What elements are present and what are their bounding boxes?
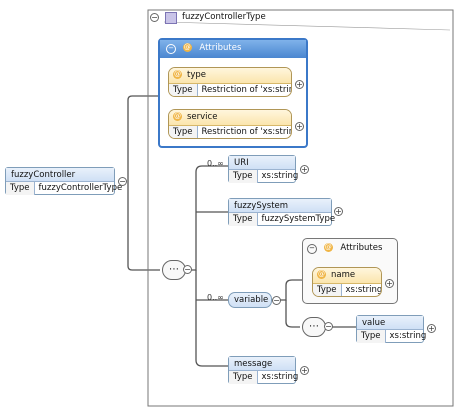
- expand-icon[interactable]: +: [334, 207, 343, 216]
- collapse-icon[interactable]: −: [272, 296, 281, 305]
- element-name: fuzzyController: [6, 168, 114, 182]
- element-variable[interactable]: variable: [228, 292, 272, 308]
- type-key: Type: [229, 213, 258, 226]
- attribute-icon: @: [173, 112, 182, 121]
- type-value: xs:string: [389, 331, 427, 341]
- attribute-service[interactable]: @ service Type Restriction of 'xs:string': [168, 109, 292, 139]
- type-key: Type: [169, 126, 198, 138]
- attribute-icon: @: [173, 70, 182, 79]
- element-value[interactable]: value Type xs:string: [356, 315, 426, 343]
- complex-type-icon: [165, 12, 177, 24]
- attribute-icon: @: [323, 243, 333, 252]
- type-key: Type: [229, 170, 258, 183]
- attribute-name-node[interactable]: @ name Type xs:string: [312, 267, 382, 297]
- element-message[interactable]: message Type xs:string: [228, 356, 298, 384]
- type-value: xs:string: [345, 285, 382, 295]
- expand-icon[interactable]: +: [300, 366, 309, 375]
- collapse-icon[interactable]: −: [166, 44, 176, 54]
- attributes-header: − @ Attributes: [160, 40, 306, 58]
- type-key: Type: [357, 330, 386, 343]
- collapse-icon[interactable]: −: [183, 265, 192, 274]
- attributes-title: Attributes: [199, 43, 242, 53]
- attribute-name: type: [187, 70, 206, 80]
- type-key: Type: [6, 182, 35, 195]
- type-value: xs:string: [261, 171, 299, 181]
- attribute-icon: @: [317, 270, 326, 279]
- type-key: Type: [229, 371, 258, 384]
- element-name: fuzzySystem: [229, 199, 331, 213]
- type-value: xs:string: [261, 372, 299, 382]
- collapse-icon[interactable]: −: [307, 244, 317, 254]
- expand-icon[interactable]: +: [427, 324, 436, 333]
- expand-icon[interactable]: +: [295, 122, 304, 131]
- type-key: Type: [169, 84, 198, 96]
- element-fuzzysystem[interactable]: fuzzySystem Type fuzzySystemType: [228, 198, 335, 226]
- complex-type-name: fuzzyControllerType: [182, 12, 266, 22]
- expand-icon[interactable]: +: [295, 80, 304, 89]
- collapse-type-icon[interactable]: −: [150, 13, 159, 22]
- expand-icon[interactable]: +: [300, 165, 309, 174]
- attributes-title: Attributes: [340, 243, 383, 253]
- collapse-icon[interactable]: −: [324, 322, 333, 331]
- attribute-icon: @: [182, 43, 192, 52]
- element-name: message: [229, 357, 295, 371]
- expand-icon[interactable]: +: [385, 279, 394, 288]
- multiplicity-label: 0..∞: [207, 159, 224, 168]
- multiplicity-label: 0..∞: [207, 293, 224, 302]
- type-value: Restriction of 'xs:string': [201, 127, 292, 137]
- attribute-type[interactable]: @ type Type Restriction of 'xs:string': [168, 67, 292, 97]
- sequence-compositor-icon[interactable]: ⋯: [302, 317, 326, 337]
- root-element[interactable]: fuzzyController Type fuzzyControllerType: [5, 167, 122, 195]
- type-value: fuzzyControllerType: [38, 183, 123, 193]
- type-value: Restriction of 'xs:string': [201, 85, 292, 95]
- element-name: value: [357, 316, 423, 330]
- attribute-name: name: [331, 270, 356, 280]
- element-uri[interactable]: URI Type xs:string: [228, 155, 298, 183]
- element-name: URI: [229, 156, 295, 170]
- type-key: Type: [313, 284, 342, 296]
- element-name: variable: [234, 295, 269, 305]
- collapse-icon[interactable]: −: [118, 177, 127, 186]
- attribute-name: service: [187, 112, 218, 122]
- type-value: fuzzySystemType: [261, 214, 336, 224]
